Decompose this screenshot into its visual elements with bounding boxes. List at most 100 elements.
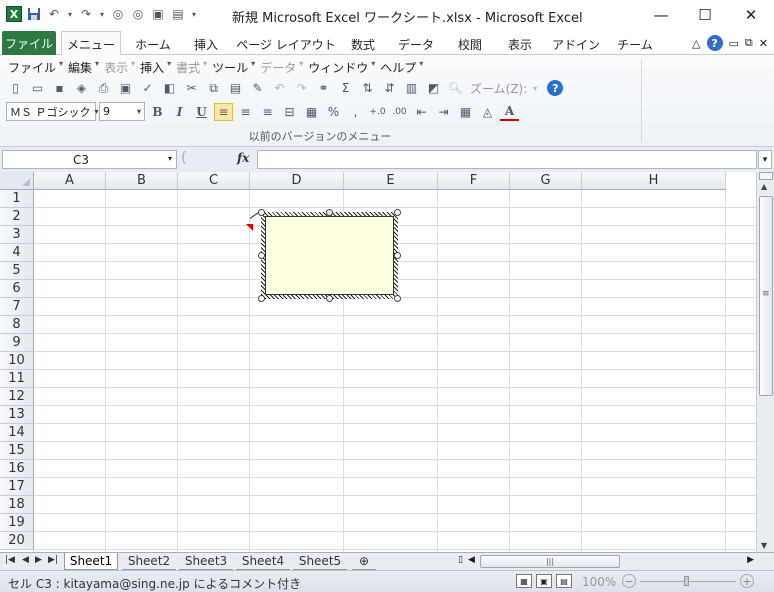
chart-icon[interactable]: ▥ [402, 79, 421, 97]
font-name-select[interactable]: ＭＳ Ｐゴシック ▾ [6, 102, 99, 121]
name-box-dropdown-icon[interactable]: ▾ [168, 154, 172, 163]
prev-sheet-icon[interactable]: ◀ [22, 555, 29, 565]
paste-icon[interactable]: ▤ [226, 79, 245, 97]
save-icon[interactable] [26, 6, 42, 22]
zoom-label[interactable]: ズーム(Z): [470, 80, 527, 97]
insert-function-icon[interactable]: fx [237, 151, 249, 165]
tab-split-handle-icon[interactable]: ▯ [458, 555, 463, 565]
doc-minimize-icon[interactable]: ▭ [729, 37, 739, 50]
fill-color-icon[interactable]: ◬ [478, 103, 497, 121]
horizontal-scrollbar[interactable]: ▯ ◀ ||| ▶ [458, 554, 756, 569]
resize-handle[interactable] [258, 295, 265, 302]
borders-icon[interactable]: ▦ [456, 103, 475, 121]
qat-customize-icon[interactable]: ▾ [190, 6, 198, 22]
row-header[interactable]: 8 [0, 316, 34, 334]
expand-formula-bar-icon[interactable]: ▾ [758, 150, 772, 169]
resize-handle[interactable] [326, 209, 333, 216]
align-center-icon[interactable]: ≡ [236, 103, 255, 121]
drawing-icon[interactable]: ◩ [424, 79, 443, 97]
scroll-right-icon[interactable]: ▶ [747, 555, 754, 565]
zoom-level[interactable]: 100% [582, 575, 616, 589]
row-header[interactable]: 11 [0, 370, 34, 388]
redo-icon[interactable]: ↷ [78, 6, 94, 22]
horizontal-scroll-thumb[interactable]: ||| [480, 555, 620, 568]
bold-button[interactable]: B [148, 103, 167, 121]
font-size-select[interactable]: 9 ▾ [99, 102, 145, 121]
menu-tools[interactable]: ツール [210, 59, 250, 76]
vertical-scrollbar[interactable]: ▲ ≡ ▼ [756, 172, 774, 552]
column-header[interactable]: G [510, 172, 582, 190]
menu-view[interactable]: 表示 [102, 59, 130, 76]
row-header[interactable]: 18 [0, 496, 34, 514]
resize-handle[interactable] [258, 209, 265, 216]
resize-handle[interactable] [394, 209, 401, 216]
underline-button[interactable]: U [192, 103, 211, 121]
row-header[interactable]: 1 [0, 190, 34, 208]
increase-decimal-icon[interactable]: +.0 [368, 103, 387, 121]
italic-button[interactable]: I [170, 103, 189, 121]
close-button[interactable]: ✕ [736, 4, 766, 26]
permission-icon[interactable]: ◈ [72, 79, 91, 97]
zoom-thumb[interactable] [684, 576, 689, 586]
new-icon[interactable]: ▯ [6, 79, 25, 97]
vertical-scroll-thumb[interactable]: ≡ [759, 196, 773, 396]
forward-icon[interactable]: ◎ [130, 6, 146, 22]
sheet-tab-5[interactable]: Sheet5 [293, 553, 347, 570]
row-header[interactable]: 9 [0, 334, 34, 352]
row-header[interactable]: 6 [0, 280, 34, 298]
print-preview-icon[interactable]: ▣ [150, 6, 166, 22]
row-header[interactable]: 15 [0, 442, 34, 460]
help-icon[interactable]: ? [706, 35, 723, 51]
scroll-down-icon[interactable]: ▼ [761, 541, 767, 550]
undo-icon[interactable]: ↶ [270, 79, 289, 97]
column-header[interactable]: F [438, 172, 510, 190]
save-icon[interactable]: ▪ [50, 79, 69, 97]
row-header[interactable]: 19 [0, 514, 34, 532]
select-all-button[interactable] [0, 172, 34, 190]
hyperlink-icon[interactable]: ⚭ [314, 79, 333, 97]
zoom-in-icon[interactable]: + [740, 574, 754, 588]
menu-insert[interactable]: 挿入 [138, 59, 166, 76]
increase-indent-icon[interactable]: ⇥ [434, 103, 453, 121]
row-header[interactable]: 17 [0, 478, 34, 496]
sort-descending-icon[interactable]: ⇵ [380, 79, 399, 97]
column-header[interactable]: C [178, 172, 250, 190]
row-header[interactable]: 14 [0, 424, 34, 442]
cut-icon[interactable]: ✂ [182, 79, 201, 97]
align-left-icon[interactable]: ≡ [214, 102, 233, 121]
row-header[interactable]: 16 [0, 460, 34, 478]
comma-icon[interactable]: , [346, 103, 365, 121]
doc-restore-icon[interactable]: ⧉ [745, 36, 753, 50]
comment-box[interactable] [265, 216, 394, 295]
zoom-icon[interactable]: 🔍︎ [446, 79, 465, 97]
name-box[interactable]: C3 ▾ [2, 150, 177, 169]
column-header[interactable]: B [106, 172, 178, 190]
redo-dropdown-icon[interactable]: ▾ [98, 6, 106, 22]
row-header[interactable]: 10 [0, 352, 34, 370]
next-sheet-icon[interactable]: ▶ [35, 555, 42, 565]
open-icon[interactable]: ▭ [28, 79, 47, 97]
zoom-dropdown-icon[interactable]: ▾ [530, 79, 540, 97]
format-painter-icon[interactable]: ✎ [248, 79, 267, 97]
tab-menu[interactable]: メニュー [61, 31, 121, 56]
font-color-icon[interactable]: A [500, 103, 519, 121]
research-icon[interactable]: ◧ [160, 79, 179, 97]
normal-view-icon[interactable]: ▦ [516, 574, 532, 588]
sheet-tab-3[interactable]: Sheet3 [179, 553, 233, 570]
doc-close-icon[interactable]: ✕ [759, 37, 768, 50]
copy-format-icon[interactable]: ▤ [170, 6, 186, 22]
undo-icon[interactable]: ↶ [46, 6, 62, 22]
spelling-icon[interactable]: ✓ [138, 79, 157, 97]
tab-insert[interactable]: 挿入 [188, 34, 224, 55]
column-header[interactable]: H [582, 172, 726, 190]
currency-icon[interactable]: ▦ [302, 103, 321, 121]
page-break-view-icon[interactable]: ▤ [556, 574, 572, 588]
row-header[interactable]: 2 [0, 208, 34, 226]
row-header[interactable]: 7 [0, 298, 34, 316]
tab-team[interactable]: チーム [614, 34, 656, 55]
redo-icon[interactable]: ↷ [292, 79, 311, 97]
formula-input[interactable] [257, 150, 757, 169]
zoom-out-icon[interactable]: − [622, 574, 636, 588]
column-header[interactable]: A [34, 172, 106, 190]
copy-icon[interactable]: ⧉ [204, 79, 223, 97]
